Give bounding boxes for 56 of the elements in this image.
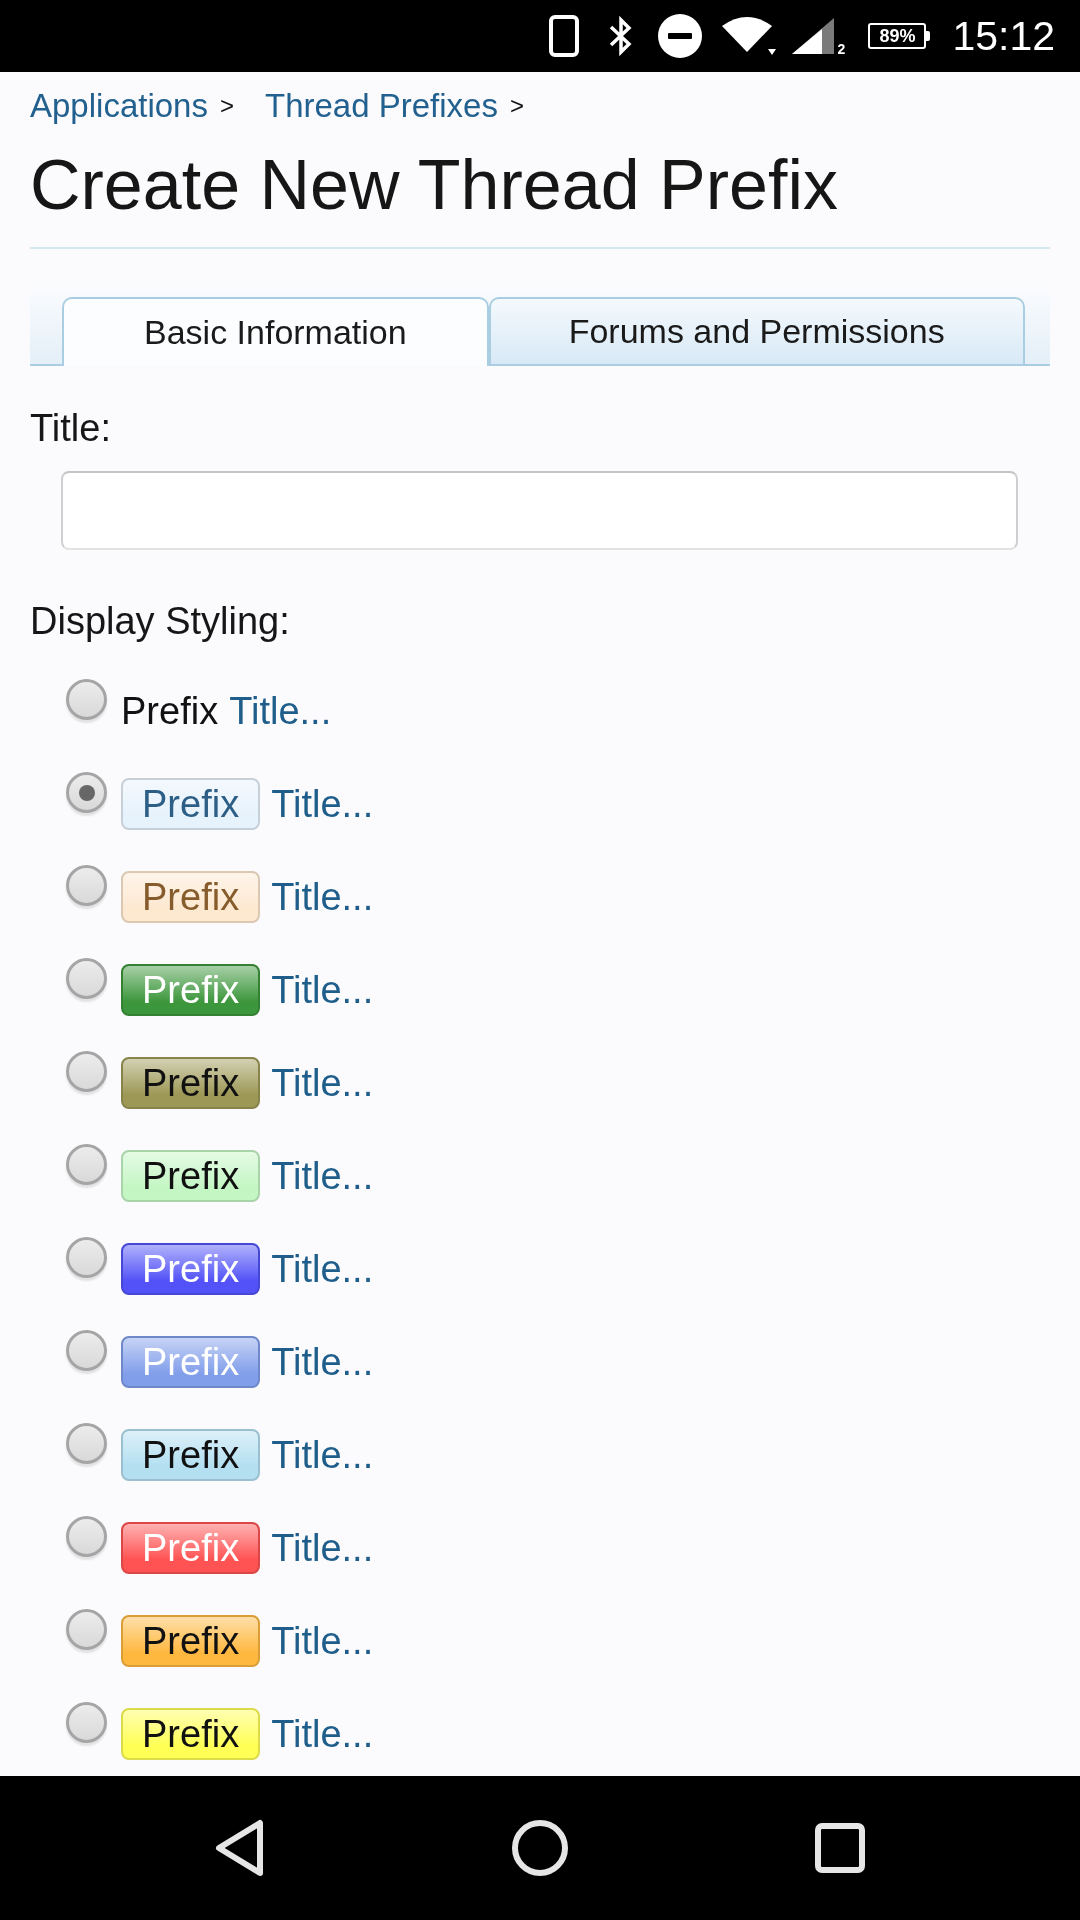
title-preview-text: Title... bbox=[271, 1060, 374, 1106]
battery-indicator: 89% bbox=[868, 23, 931, 49]
tab[interactable]: Basic Information bbox=[62, 297, 489, 366]
radio-button[interactable] bbox=[66, 1144, 107, 1185]
title-preview-text: Title... bbox=[271, 1618, 374, 1664]
field-label: Display Styling: bbox=[30, 599, 291, 644]
prefix-badge: Prefix bbox=[121, 777, 261, 830]
breadcrumb-separator: > bbox=[219, 92, 234, 120]
field-label: Title: bbox=[30, 406, 112, 451]
breadcrumb-link[interactable]: Applications bbox=[30, 84, 208, 128]
radio-button[interactable] bbox=[66, 679, 107, 720]
tab[interactable]: Forums and Permissions bbox=[488, 297, 1025, 364]
title-preview-text: Title... bbox=[271, 1525, 374, 1571]
prefix-badge: Prefix bbox=[121, 1521, 261, 1574]
prefix-badge: Prefix bbox=[121, 1428, 261, 1481]
title-preview-text: Title... bbox=[271, 967, 374, 1013]
clock-text: 15:12 bbox=[952, 12, 1055, 60]
radio-button[interactable] bbox=[66, 865, 107, 906]
prefix-badge: Prefix bbox=[121, 963, 261, 1016]
radio-button[interactable] bbox=[66, 1609, 107, 1650]
radio-button[interactable] bbox=[66, 958, 107, 999]
radio-button[interactable] bbox=[66, 1237, 107, 1278]
title-preview-text: Title... bbox=[271, 1339, 374, 1385]
home-icon[interactable] bbox=[511, 1819, 569, 1877]
radio-button[interactable] bbox=[66, 1423, 107, 1464]
prefix-badge: Prefix bbox=[121, 1614, 261, 1667]
title-preview-text: Title... bbox=[271, 781, 374, 827]
phone-icon bbox=[548, 15, 579, 57]
radio-button[interactable] bbox=[66, 1516, 107, 1557]
title-preview-text: Title... bbox=[271, 1153, 374, 1199]
title-preview-text: Title... bbox=[229, 688, 332, 734]
title-preview-text: Title... bbox=[271, 1711, 374, 1757]
radio-button[interactable] bbox=[66, 772, 107, 813]
title-preview-text: Title... bbox=[271, 1432, 374, 1478]
prefix-badge: Prefix bbox=[121, 1242, 261, 1295]
breadcrumb-link[interactable]: Thread Prefixes bbox=[264, 84, 498, 128]
prefix-badge: Prefix bbox=[121, 1335, 261, 1388]
wifi-icon bbox=[720, 16, 777, 56]
radio-button[interactable] bbox=[66, 1702, 107, 1743]
prefix-text: Prefix bbox=[121, 688, 219, 734]
radio-button[interactable] bbox=[66, 1051, 107, 1092]
prefix-badge: Prefix bbox=[121, 1056, 261, 1109]
back-icon[interactable] bbox=[215, 1819, 265, 1877]
do-not-disturb-icon bbox=[657, 14, 702, 58]
prefix-badge: Prefix bbox=[121, 870, 261, 923]
recents-icon[interactable] bbox=[815, 1823, 865, 1873]
sim-number-text: 2 bbox=[837, 42, 846, 56]
title-input[interactable] bbox=[61, 471, 1018, 550]
page-title: Create New Thread Prefix bbox=[30, 145, 1050, 249]
radio-button[interactable] bbox=[66, 1330, 107, 1371]
title-preview-text: Title... bbox=[271, 874, 374, 920]
prefix-badge: Prefix bbox=[121, 1707, 261, 1760]
signal-icon bbox=[791, 18, 834, 54]
title-preview-text: Title... bbox=[271, 1246, 374, 1292]
prefix-badge: Prefix bbox=[121, 1149, 261, 1202]
breadcrumb-separator: > bbox=[509, 92, 524, 120]
